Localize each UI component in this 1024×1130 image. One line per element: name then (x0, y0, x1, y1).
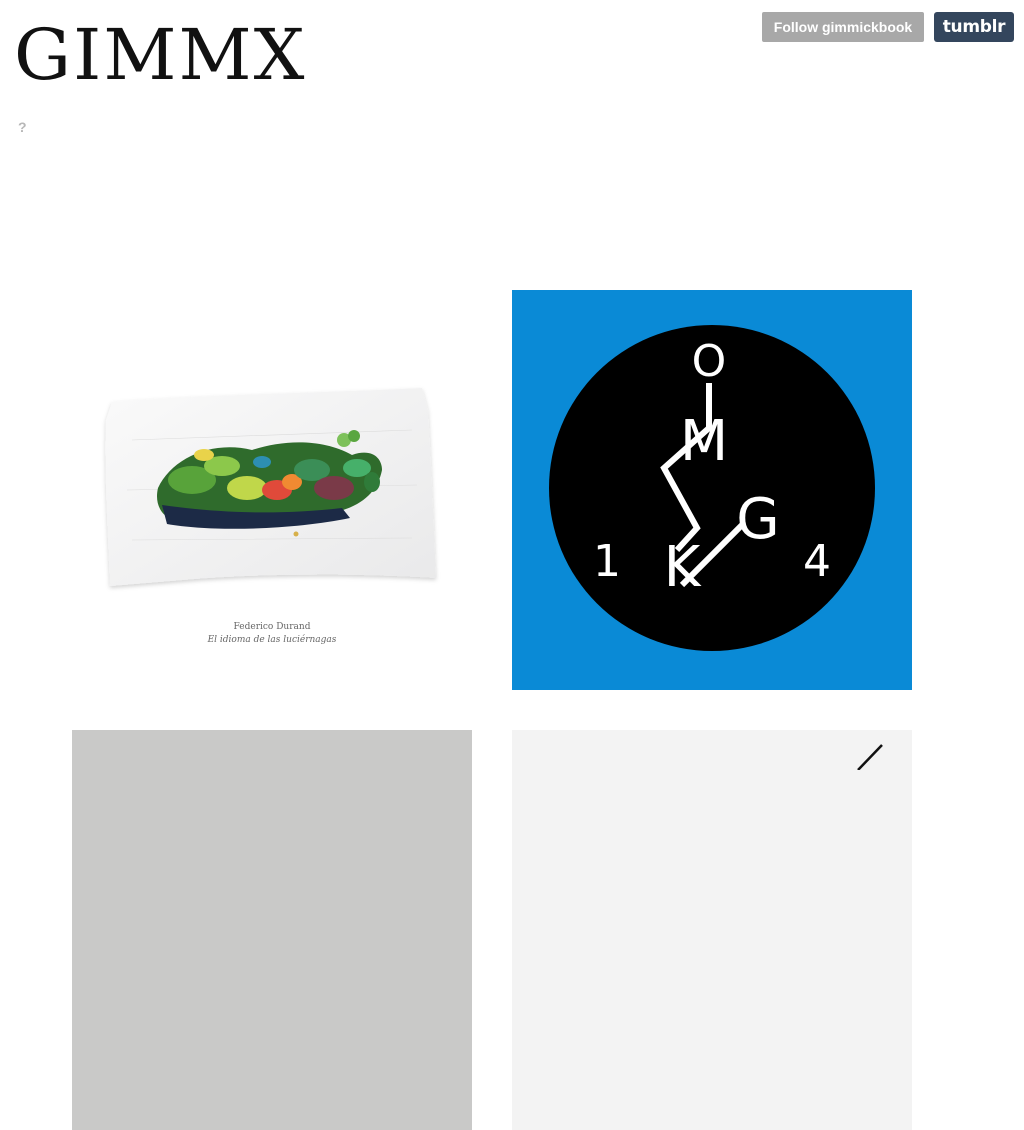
logo-letter-right: G (736, 487, 779, 552)
line-drawing-image (857, 744, 883, 770)
embroidery-image (105, 388, 437, 586)
logo-letter-middle: M (680, 409, 728, 474)
logo-letter-top: O (692, 336, 727, 387)
caption-title: El idioma de las luciérnagas (207, 635, 337, 645)
post-photo-grey[interactable] (72, 730, 472, 1130)
omg-logo-image: O M G K 1 4 (549, 325, 875, 651)
post-photo-omg-logo[interactable]: O M G K 1 4 (512, 290, 912, 690)
follow-button[interactable]: Follow gimmickbook (762, 12, 924, 42)
logo-number-right: 4 (803, 536, 831, 587)
help-link[interactable]: ? (18, 119, 27, 135)
blog-title-link[interactable]: GIMMX (14, 20, 307, 90)
post-photo-embroidery[interactable]: Federico Durand El idioma de las luciérn… (72, 290, 472, 690)
post-photo-line-drawing[interactable] (512, 730, 912, 1130)
tumblr-button[interactable]: tumblr (934, 12, 1014, 42)
caption-author: Federico Durand (233, 622, 311, 632)
logo-number-left: 1 (593, 536, 621, 587)
